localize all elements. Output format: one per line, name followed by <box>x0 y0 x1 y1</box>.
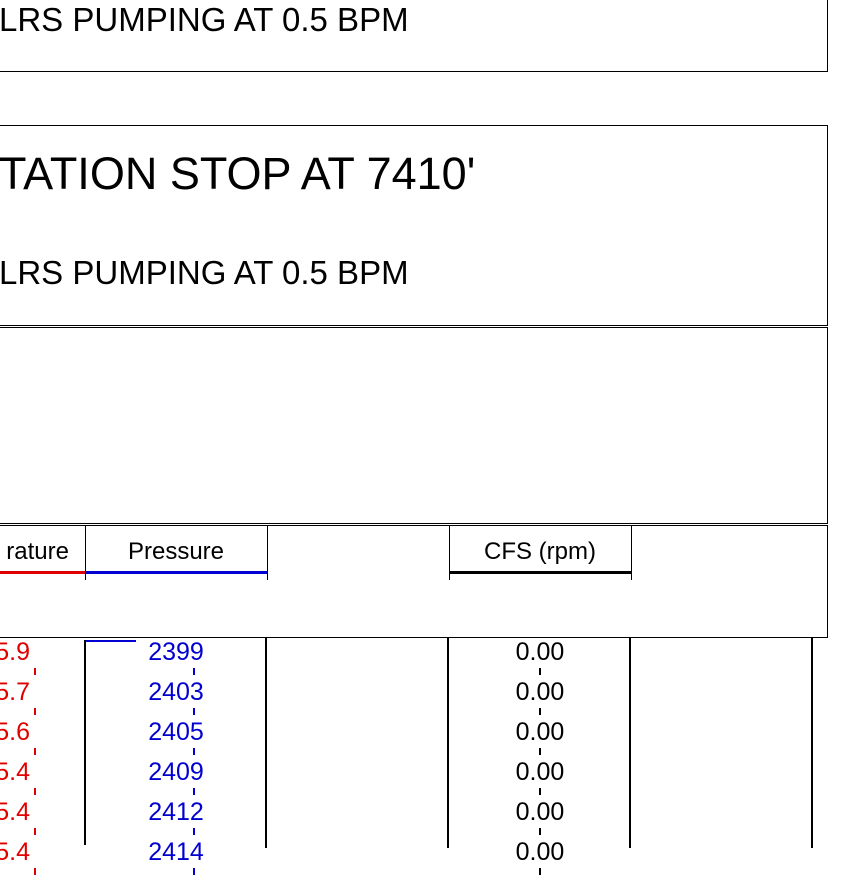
track-divider <box>629 638 631 848</box>
pressure-value: 2414 <box>148 838 204 866</box>
pressure-tick <box>193 788 195 795</box>
pressure-tick <box>193 748 195 755</box>
temperature-value: 5.9 <box>0 638 30 666</box>
pressure-tick <box>193 668 195 675</box>
pressure-tick <box>193 708 195 715</box>
comment-box-3 <box>0 327 828 524</box>
temperature-tick <box>34 668 36 675</box>
temperature-tick <box>34 708 36 715</box>
cfs-value: 0.00 <box>515 638 565 666</box>
comment-box-1: LRS PUMPING AT 0.5 BPM <box>0 0 828 72</box>
cfs-tick <box>539 748 541 755</box>
temperature-tick <box>34 868 36 875</box>
cfs-header: CFS (rpm) <box>484 538 596 565</box>
temperature-tick <box>34 828 36 835</box>
comment-box-2: TATION STOP AT 7410' LRS PUMPING AT 0.5 … <box>0 125 828 326</box>
pressure-value: 2403 <box>148 678 204 706</box>
pressure-value: 2399 <box>148 638 204 666</box>
pressure-value: 2405 <box>148 718 204 746</box>
pressure-value: 2409 <box>148 758 204 786</box>
track-header: rature Pressure CFS (rpm) <box>0 525 828 638</box>
cfs-value: 0.00 <box>515 718 565 746</box>
comment-box-2-text: LRS PUMPING AT 0.5 BPM <box>0 254 409 291</box>
pressure-legend-line <box>85 571 267 574</box>
header-divider <box>267 526 268 580</box>
track-divider <box>265 638 267 848</box>
cfs-value: 0.00 <box>515 678 565 706</box>
temperature-tick <box>34 788 36 795</box>
temperature-header: rature <box>6 538 69 565</box>
pressure-tick <box>193 828 195 835</box>
track-divider <box>447 638 449 848</box>
cfs-value: 0.00 <box>515 838 565 866</box>
pressure-curve-segment <box>84 640 86 845</box>
cfs-value: 0.00 <box>515 758 565 786</box>
pressure-value: 2412 <box>148 798 204 826</box>
pressure-tick <box>193 868 195 875</box>
cfs-tick <box>539 828 541 835</box>
cfs-tick <box>539 788 541 795</box>
temperature-tick <box>34 748 36 755</box>
pressure-header: Pressure <box>127 538 225 565</box>
temperature-value: 5.4 <box>0 798 30 826</box>
temperature-value: 5.4 <box>0 838 30 866</box>
comment-box-2-title: TATION STOP AT 7410' <box>0 148 476 199</box>
comment-box-1-text: LRS PUMPING AT 0.5 BPM <box>0 1 409 38</box>
temperature-legend-line <box>0 571 85 574</box>
cfs-value: 0.00 <box>515 798 565 826</box>
cfs-tick <box>539 668 541 675</box>
pressure-curve-segment <box>84 640 136 642</box>
cfs-tick <box>539 708 541 715</box>
track-divider <box>811 638 813 848</box>
temperature-value: 5.4 <box>0 758 30 786</box>
cfs-legend-line <box>449 571 631 574</box>
cfs-tick <box>539 868 541 875</box>
temperature-value: 5.7 <box>0 678 30 706</box>
header-divider <box>631 526 632 580</box>
temperature-value: 5.6 <box>0 718 30 746</box>
